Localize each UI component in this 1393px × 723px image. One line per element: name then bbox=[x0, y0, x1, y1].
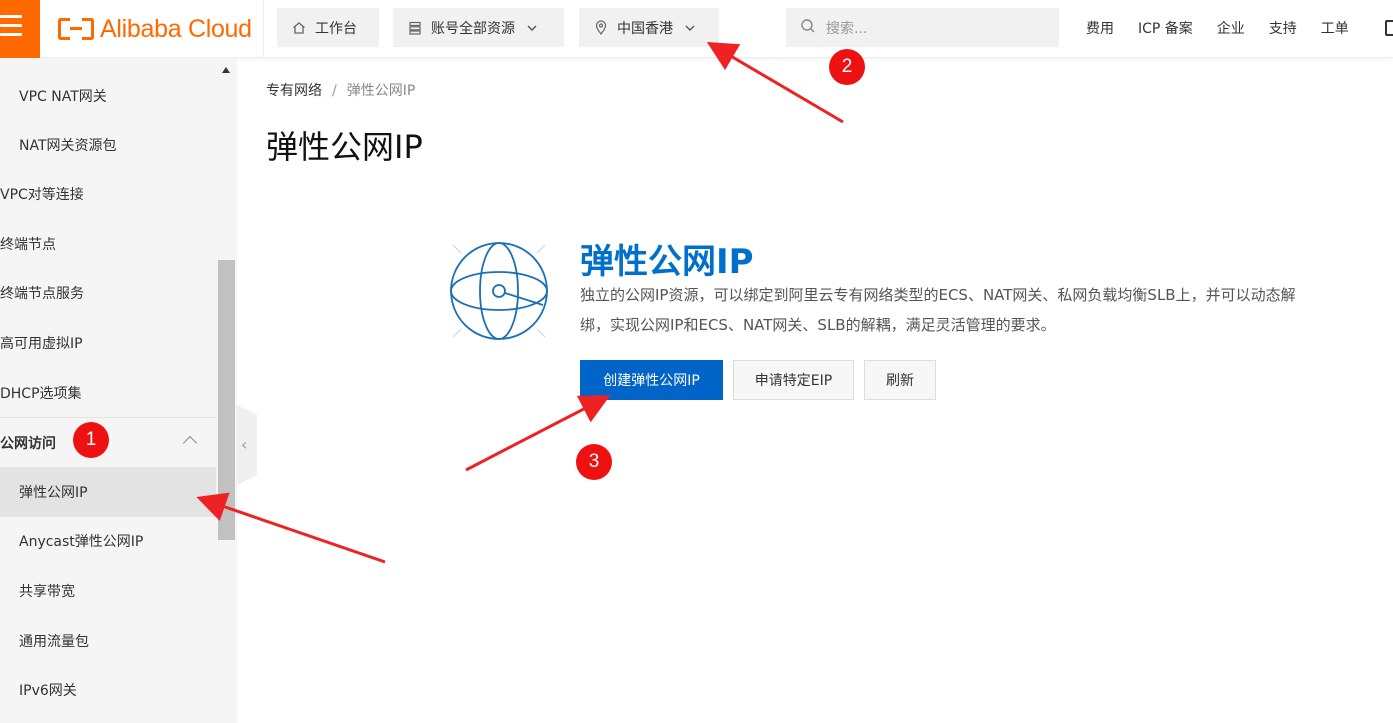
sidebar-item-anycast-eip[interactable]: Anycast弹性公网IP bbox=[0, 516, 216, 566]
sidebar-item-endpoint-service[interactable]: 终端节点服务 bbox=[0, 268, 216, 318]
breadcrumb-parent[interactable]: 专有网络 bbox=[266, 83, 322, 99]
refresh-button[interactable]: 刷新 bbox=[864, 360, 936, 400]
breadcrumb-separator: / bbox=[332, 83, 337, 99]
sidebar-item-label: 终端节点服务 bbox=[0, 286, 84, 302]
sidebar-item-ipv6-gateway[interactable]: IPv6网关 bbox=[0, 665, 216, 715]
sidebar-item-label: VPC对等连接 bbox=[0, 187, 84, 203]
more-icon[interactable] bbox=[1385, 20, 1393, 36]
sidebar-group-label: 公网访问 bbox=[0, 435, 56, 452]
chevron-left-icon: ‹ bbox=[241, 435, 248, 454]
hero-description-line: 绑，实现公网IP和ECS、NAT网关、SLB的解耦，满足灵活管理的要求。 bbox=[580, 316, 1056, 334]
annotation-badge: 3 bbox=[576, 444, 612, 480]
chevron-down-icon bbox=[527, 21, 537, 34]
menu-icon[interactable] bbox=[0, 0, 40, 58]
sidebar-item-label: Anycast弹性公网IP bbox=[19, 534, 144, 550]
home-icon bbox=[291, 21, 307, 35]
sidebar-item-label: 通用流量包 bbox=[19, 634, 89, 650]
breadcrumb-current: 弹性公网IP bbox=[346, 83, 416, 99]
search-input[interactable]: 搜索... bbox=[786, 8, 1059, 47]
hero-description: 独立的公网IP资源，可以绑定到阿里云专有网络类型的ECS、NAT网关、私网负载均… bbox=[580, 280, 1393, 340]
workbench-button[interactable]: 工作台 bbox=[277, 8, 379, 47]
sidebar-item-vpc-nat-gateway[interactable]: VPC NAT网关 bbox=[0, 71, 216, 121]
sidebar-item-dhcp[interactable]: DHCP选项集 bbox=[0, 368, 216, 418]
sidebar-item-havip[interactable]: 高可用虚拟IP bbox=[0, 318, 216, 368]
top-link-enterprise[interactable]: 企业 bbox=[1217, 18, 1245, 38]
sidebar-item-label: IPv6网关 bbox=[19, 683, 77, 699]
region-dropdown[interactable]: 中国香港 bbox=[579, 8, 719, 47]
alibaba-cloud-logo[interactable]: Alibaba Cloud bbox=[58, 13, 252, 45]
annotation-badge: 2 bbox=[829, 49, 865, 85]
server-icon bbox=[407, 21, 423, 35]
sidebar-item-label: NAT网关资源包 bbox=[19, 138, 117, 154]
sidebar-item-eip[interactable]: 弹性公网IP bbox=[0, 467, 216, 517]
scroll-up-icon[interactable] bbox=[222, 67, 230, 73]
sidebar-item-label: 弹性公网IP bbox=[19, 485, 88, 501]
scrollbar-thumb[interactable] bbox=[218, 260, 235, 540]
chevron-down-icon bbox=[685, 21, 695, 34]
resources-label: 账号全部资源 bbox=[431, 20, 515, 37]
sidebar: VPC NAT网关 NAT网关资源包 VPC对等连接 终端节点 终端节点服务 高… bbox=[0, 59, 237, 723]
sidebar-item-label: DHCP选项集 bbox=[0, 386, 82, 402]
top-links: 费用 ICP 备案 企业 支持 工单 bbox=[1086, 18, 1373, 38]
globe-icon bbox=[450, 242, 548, 340]
sidebar-item-nat-resource-pack[interactable]: NAT网关资源包 bbox=[0, 120, 216, 170]
sidebar-item-vpc-peering[interactable]: VPC对等连接 bbox=[0, 169, 216, 219]
sidebar-item-data-transfer-plan[interactable]: 通用流量包 bbox=[0, 616, 216, 666]
top-link-support[interactable]: 支持 bbox=[1269, 18, 1297, 38]
resources-dropdown[interactable]: 账号全部资源 bbox=[393, 8, 564, 47]
breadcrumb: 专有网络 / 弹性公网IP bbox=[266, 80, 415, 100]
sidebar-item-endpoint[interactable]: 终端节点 bbox=[0, 219, 216, 269]
brand-name: Alibaba Cloud bbox=[100, 14, 252, 43]
annotation-badge: 1 bbox=[73, 422, 109, 458]
sidebar-item-label: 共享带宽 bbox=[19, 584, 75, 600]
search-placeholder: 搜索... bbox=[826, 20, 868, 37]
hero-description-line: 独立的公网IP资源，可以绑定到阿里云专有网络类型的ECS、NAT网关、私网负载均… bbox=[580, 286, 1296, 304]
apply-specific-eip-button[interactable]: 申请特定EIP bbox=[733, 360, 854, 400]
chevron-up-icon[interactable] bbox=[184, 434, 196, 446]
logo-mark-icon bbox=[58, 18, 94, 40]
search-icon bbox=[800, 18, 816, 38]
sidebar-item-shared-bandwidth[interactable]: 共享带宽 bbox=[0, 566, 216, 616]
location-pin-icon bbox=[593, 20, 609, 35]
hero-title: 弹性公网IP bbox=[580, 242, 754, 282]
divider bbox=[263, 0, 264, 58]
top-link-fees[interactable]: 费用 bbox=[1086, 18, 1114, 38]
sidebar-item-label: VPC NAT网关 bbox=[19, 89, 107, 105]
create-eip-button[interactable]: 创建弹性公网IP bbox=[580, 360, 723, 400]
top-link-ticket[interactable]: 工单 bbox=[1321, 18, 1349, 38]
sidebar-collapse-handle[interactable]: ‹ bbox=[237, 405, 257, 485]
top-navigation-bar: Alibaba Cloud 工作台 账号全部资源 中国香港 搜索... 费用 I… bbox=[0, 0, 1393, 58]
top-link-icp[interactable]: ICP 备案 bbox=[1138, 18, 1193, 38]
region-label: 中国香港 bbox=[617, 20, 673, 37]
page-title: 弹性公网IP bbox=[266, 128, 423, 166]
sidebar-item-label: 高可用虚拟IP bbox=[0, 336, 83, 352]
sidebar-item-label: 终端节点 bbox=[0, 237, 56, 253]
workbench-label: 工作台 bbox=[315, 20, 357, 37]
